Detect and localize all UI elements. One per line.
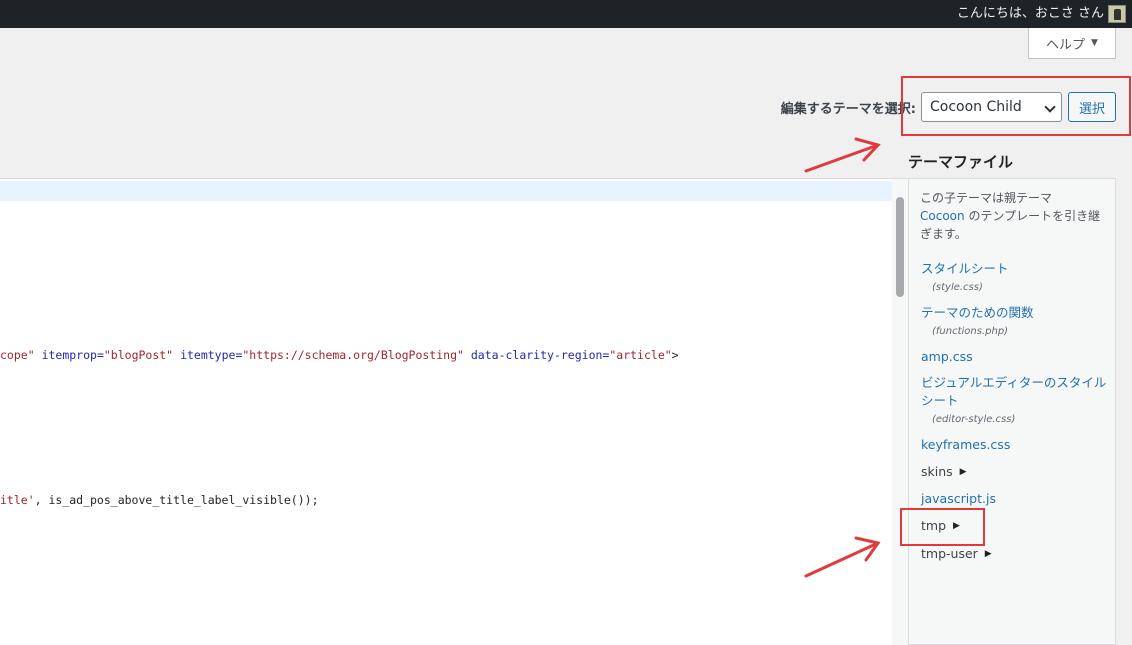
code-token: "article" [609, 348, 672, 362]
theme-files-panel: この子テーマは親テーマ Cocoon のテンプレートを引き継ぎます。 スタイルシ… [908, 178, 1116, 645]
help-button[interactable]: ヘルプ ▼ [1028, 28, 1116, 59]
file-name: (functions.php) [932, 326, 1009, 337]
code-line: itle', is_ad_pos_above_title_label_visib… [0, 493, 319, 507]
file-link-functions[interactable]: テーマのための関数 [921, 304, 1117, 322]
highlight-box-theme-select [901, 76, 1131, 136]
triangle-down-icon: ▼ [1091, 38, 1098, 48]
child-theme-note: この子テーマは親テーマ Cocoon のテンプレートを引き継ぎます。 [920, 189, 1110, 243]
help-label: ヘルプ [1046, 37, 1086, 53]
file-link-amp-css[interactable]: amp.css [921, 348, 1117, 366]
greeting-text[interactable]: こんにちは、おこさ さん [957, 0, 1104, 28]
parent-theme-link[interactable]: Cocoon [920, 209, 965, 223]
admin-bar: こんにちは、おこさ さん [0, 0, 1132, 28]
code-line: cope" itemprop="blogPost" itemtype="http… [0, 348, 679, 362]
code-token: itemprop= [41, 348, 104, 362]
code-token: "https://schema.org/BlogPosting" [242, 348, 464, 362]
code-token: data-clarity-region= [470, 348, 610, 362]
file-name: (style.css) [932, 282, 983, 293]
code-token: itle' [0, 493, 35, 507]
avatar[interactable] [1108, 5, 1126, 23]
code-token: "blogPost" [103, 348, 174, 362]
scrollbar-thumb[interactable] [896, 197, 904, 297]
file-name: (editor-style.css) [932, 414, 1016, 425]
file-link-stylesheet[interactable]: スタイルシート [921, 260, 1117, 278]
theme-select-label: 編集するテーマを選択: [780, 102, 916, 117]
code-token: > [671, 348, 679, 362]
file-link-javascript-js[interactable]: javascript.js [921, 490, 1117, 508]
folder-skins[interactable]: skins ▶ [921, 464, 967, 479]
triangle-right-icon: ▶ [959, 466, 967, 477]
note-text: この子テーマは親テーマ [920, 191, 1053, 205]
code-editor[interactable]: cope" itemprop="blogPost" itemtype="http… [0, 178, 908, 645]
triangle-right-icon: ▶ [984, 548, 992, 559]
file-link-editor-style[interactable]: ビジュアルエディターのスタイルシート [921, 374, 1117, 410]
red-arrow-icon [804, 137, 881, 173]
editor-scrollbar[interactable] [892, 179, 908, 645]
folder-label: tmp-user [921, 546, 978, 561]
folder-tmp-user[interactable]: tmp-user ▶ [921, 546, 992, 561]
code-token: cope" [0, 348, 35, 362]
theme-files-heading: テーマファイル [908, 153, 1014, 171]
code-token: itemtype= [180, 348, 243, 362]
highlight-box-tmp-folder [900, 508, 985, 546]
folder-label: skins [921, 464, 953, 479]
code-token: , is_ad_pos_above_title_label_visible())… [34, 493, 319, 507]
file-link-keyframes-css[interactable]: keyframes.css [921, 436, 1117, 454]
active-line-highlight [0, 181, 892, 201]
